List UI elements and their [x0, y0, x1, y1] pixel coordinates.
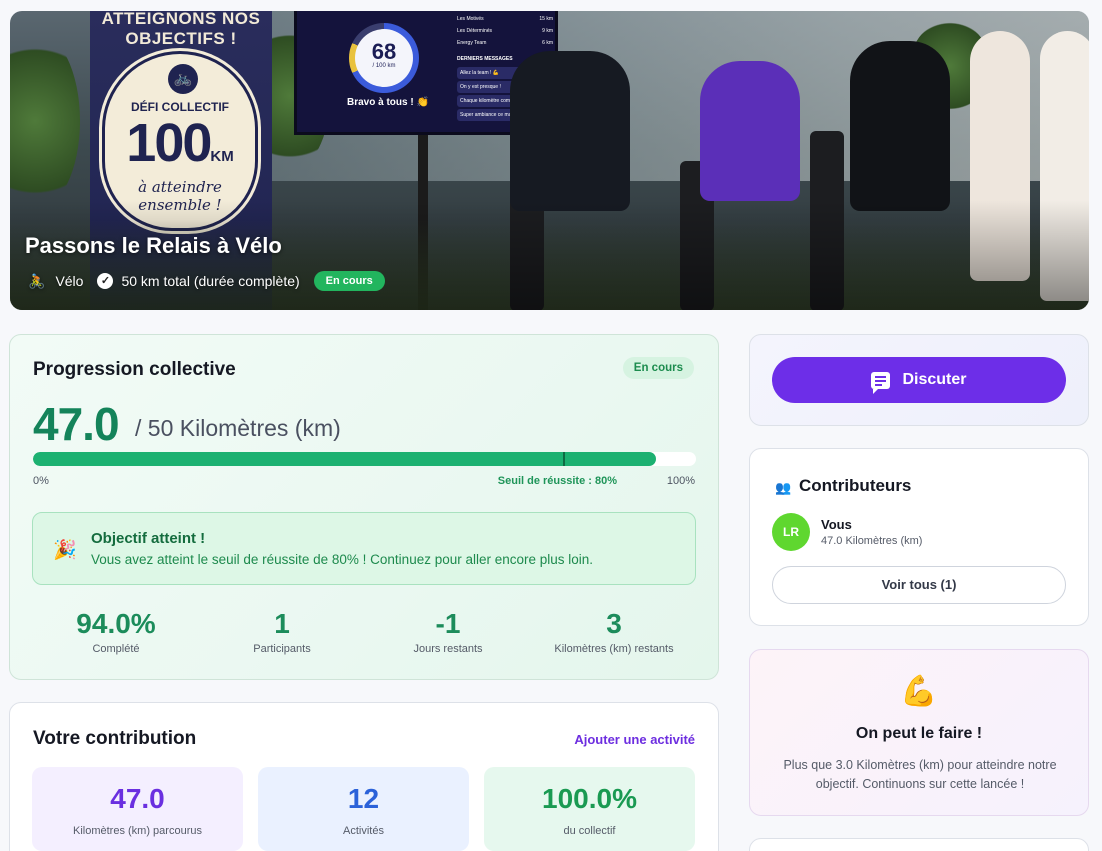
- bike-icon: 🚴: [28, 272, 46, 289]
- challenge-title: Passons le Relais à Vélo: [25, 233, 282, 258]
- party-popper-icon: 🎉: [53, 540, 77, 561]
- rider-figure: [850, 41, 950, 211]
- rider-figure: [700, 61, 800, 201]
- contributor-value: 47.0 Kilomètres (km): [821, 535, 923, 547]
- see-all-button[interactable]: Voir tous (1): [772, 566, 1066, 604]
- discuss-button[interactable]: Discuter: [772, 357, 1066, 403]
- tile-label: du collectif: [563, 825, 616, 837]
- stat-label: Complété: [92, 643, 140, 655]
- tile-value: 100.0%: [542, 783, 637, 814]
- stat-value: 94.0%: [76, 608, 156, 639]
- motivation-title: On peut le faire !: [855, 725, 983, 742]
- contributors-card: 👥 Contributeurs LR Vous 47.0 Kilomètres …: [749, 448, 1089, 626]
- progress-bar: [33, 452, 696, 466]
- stat-participants: 1 Participants: [199, 607, 365, 655]
- plant-decoration: [10, 31, 80, 211]
- tile-value: 12: [347, 783, 380, 814]
- hero-banner: ATTEIGNONS NOS OBJECTIFS ! 🚲 DÉFI COLLEC…: [10, 11, 1089, 310]
- stat-completed: 94.0% Complété: [33, 607, 199, 655]
- banner-top-text: ATTEIGNONS NOS OBJECTIFS !: [101, 11, 261, 48]
- tile-label: Kilomètres (km) parcourus: [73, 825, 202, 837]
- stat-label: Kilomètres (km) restants: [554, 643, 674, 655]
- status-badge: En cours: [622, 357, 694, 379]
- bar-max-label: 100%: [666, 475, 695, 487]
- progress-title: Progression collective: [33, 359, 236, 380]
- add-activity-link[interactable]: Ajouter une activité: [574, 732, 695, 747]
- stat-value: 1: [274, 608, 290, 639]
- progress-ring: 68 / 100 km: [349, 23, 419, 93]
- leaderboard-row: Les Déterminés 9 km: [457, 28, 553, 34]
- progress-value: 47.0: [33, 398, 120, 450]
- contribution-card: Votre contribution Ajouter une activité …: [9, 702, 719, 851]
- chat-icon: [871, 371, 891, 394]
- rider-figure: [510, 51, 630, 211]
- stat-days-left: -1 Jours restants: [365, 607, 531, 655]
- chat-card: Discuter: [749, 334, 1089, 426]
- bike-icon: 🚲: [168, 64, 198, 94]
- contributor-name: Vous: [821, 517, 852, 532]
- status-badge: En cours: [313, 271, 385, 291]
- progress-card: Progression collective En cours 47.0 / 5…: [9, 334, 719, 680]
- flexed-bicep-icon: 💪: [900, 675, 938, 708]
- discuss-button-label: Discuter: [902, 371, 967, 388]
- tile-label: Activités: [343, 825, 384, 837]
- stat-value: 3: [606, 608, 622, 639]
- stat-km-left: 3 Kilomètres (km) restants: [531, 607, 697, 655]
- progress-target: / 50 Kilomètres (km): [135, 415, 341, 441]
- tile-value: 47.0: [110, 783, 165, 814]
- stat-value: -1: [435, 608, 461, 639]
- leaderboard-row: Energy Team 6 km: [457, 40, 553, 46]
- motivation-card: 💪 On peut le faire ! Plus que 3.0 Kilomè…: [749, 649, 1089, 816]
- activity-type: Vélo: [55, 273, 84, 289]
- motivation-text: Plus que 3.0 Kilomètres (km) pour attein…: [783, 758, 1057, 791]
- stat-label: Participants: [253, 643, 311, 655]
- next-card: [749, 838, 1089, 851]
- bar-min-label: 0%: [33, 475, 49, 487]
- contribution-tile-distance: 47.0 Kilomètres (km) parcourus: [32, 767, 243, 851]
- threshold-label: Seuil de réussite : 80%: [497, 475, 617, 487]
- challenge-target: 50 km total (durée complète): [121, 273, 300, 289]
- leaderboard-row: Les Motivés 15 km: [457, 16, 553, 22]
- challenge-meta: 🚴 Vélo ✓ 50 km total (durée complète) En…: [28, 271, 385, 291]
- alert-title: Objectif atteint !: [91, 530, 206, 547]
- people-icon: 👥: [775, 480, 792, 495]
- avatar: LR: [772, 513, 810, 551]
- alert-text: Vous avez atteint le seuil de réussite d…: [91, 552, 594, 567]
- contribution-tile-activities: 12 Activités: [258, 767, 469, 851]
- contributors-title: Contributeurs: [799, 476, 912, 495]
- threshold-marker: [563, 452, 566, 466]
- progress-stats: 94.0% Complété 1 Participants -1 Jours r…: [33, 607, 697, 655]
- ring-value: 68: [371, 39, 397, 64]
- contribution-title: Votre contribution: [33, 728, 197, 749]
- goal-reached-alert: 🎉 Objectif atteint ! Vous avez atteint l…: [32, 512, 696, 585]
- screen-bravo: Bravo à tous ! 👏: [347, 97, 429, 108]
- banner-badge-value: 100KM: [126, 113, 234, 173]
- stat-label: Jours restants: [413, 643, 483, 655]
- contribution-tile-share: 100.0% du collectif: [484, 767, 695, 851]
- ring-sub: / 100 km: [372, 63, 396, 69]
- check-circle-icon: ✓: [97, 273, 114, 289]
